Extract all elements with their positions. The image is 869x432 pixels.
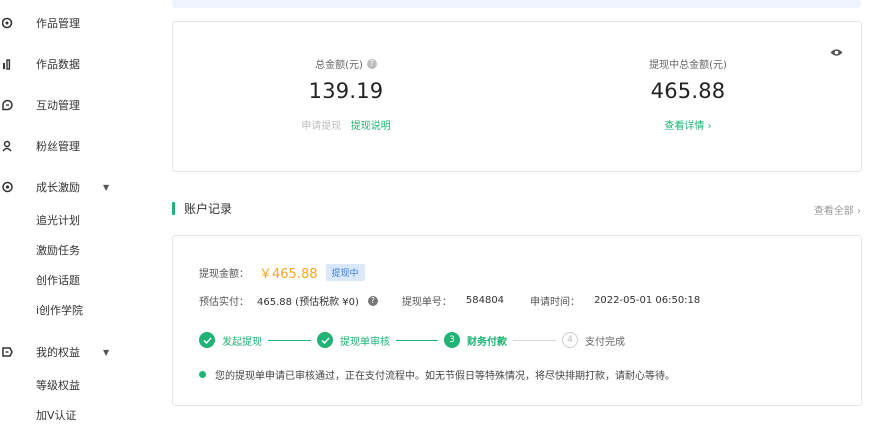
status-dot-icon (199, 371, 206, 378)
withdraw-meta-row: 预估实付： 465.88 (预估税款 ¥0) ? 提现单号： 584804 申请… (199, 293, 700, 308)
sidebar-subitem-tasks[interactable]: 激励任务 (36, 241, 80, 261)
pending-amount-label: 提现中总金额(元) (649, 60, 727, 71)
step-connector (513, 339, 556, 341)
sidebar: 作品管理 作品数据 互动管理 粉丝管理 成长激励 ▼ 追光计划 激励任务 创作话… (0, 0, 150, 432)
withdraw-explain-link[interactable]: 提现说明 (351, 121, 391, 132)
step-label: 提现单审核 (340, 336, 390, 348)
total-amount-block: 总金额(元) ? 139.19 申请提现 提现说明 (246, 56, 446, 132)
step-number: 4 (562, 332, 578, 348)
withdraw-amount-label: 提现金额： (199, 269, 249, 280)
estimated-value: 465.88 (预估税款 ¥0) (257, 297, 359, 308)
total-amount-value: 139.19 (308, 79, 384, 103)
sidebar-item-growth[interactable]: 成长激励 ▼ (0, 173, 150, 201)
step-number: 3 (444, 332, 460, 348)
estimated-label: 预估实付： (199, 297, 249, 308)
eye-icon[interactable] (830, 42, 843, 61)
check-icon (199, 332, 215, 348)
sidebar-item-label: 粉丝管理 (36, 140, 80, 153)
withdraw-record-card: 提现金额： ￥465.88 提现中 预估实付： 465.88 (预估税款 ¥0)… (172, 235, 862, 406)
withdraw-amount-value: ￥465.88 (259, 267, 318, 282)
caret-down-icon[interactable]: ▼ (103, 348, 109, 357)
sidebar-item-label: 互动管理 (36, 99, 80, 112)
target-icon (2, 180, 14, 194)
sidebar-subitem-topics[interactable]: 创作话题 (36, 271, 80, 291)
step-initiated: 发起提现 (199, 332, 262, 348)
fans-icon (2, 139, 14, 153)
step-review: 提现单审核 (317, 332, 390, 348)
order-value: 584804 (465, 295, 505, 306)
sidebar-subitem-academy[interactable]: i创作学院 (36, 301, 83, 321)
chat-icon (2, 98, 14, 112)
status-notice: 您的提现单申请已审核通过，正在支付流程中。如无节假日等特殊情况，将尽快排期打款，… (199, 367, 675, 382)
pending-amount-value: 465.88 (650, 79, 726, 103)
total-amount-label-row: 总金额(元) ? (246, 56, 446, 71)
sidebar-subitem-level[interactable]: 等级权益 (36, 376, 80, 396)
caret-down-icon[interactable]: ▼ (103, 183, 109, 192)
withdraw-link[interactable]: 申请提现 (301, 121, 341, 132)
time-value: 2022-05-01 06:50:18 (594, 295, 701, 306)
step-label: 发起提现 (222, 336, 262, 348)
order-label: 提现单号： (401, 297, 452, 308)
sidebar-item-works-data[interactable]: 作品数据 (0, 50, 150, 78)
sidebar-item-works[interactable]: 作品管理 (0, 9, 150, 37)
withdraw-amount-row: 提现金额： ￥465.88 提现中 (199, 263, 365, 282)
total-amount-label: 总金额(元) (315, 60, 363, 71)
top-banner (172, 0, 861, 8)
sidebar-item-rights[interactable]: 我的权益 ▼ (0, 338, 150, 366)
balance-summary-card: 总金额(元) ? 139.19 申请提现 提现说明 提现中总金额(元) 465.… (172, 21, 862, 172)
status-notice-text: 您的提现单申请已审核通过，正在支付流程中。如无节假日等特殊情况，将尽快排期打款，… (215, 371, 675, 382)
sidebar-item-label: 我的权益 (36, 346, 80, 359)
step-connector (268, 339, 311, 341)
help-icon[interactable]: ? (367, 295, 378, 306)
works-icon (2, 16, 14, 30)
account-records-header: 账户记录 查看全部 › (172, 199, 861, 219)
sidebar-subitem-zhuiguang[interactable]: 追光计划 (36, 211, 80, 231)
rights-icon (2, 345, 14, 359)
section-title: 账户记录 (184, 202, 233, 216)
time-label: 申请时间： (530, 297, 581, 308)
help-icon[interactable]: ? (366, 58, 377, 69)
view-detail-link[interactable]: 查看详情 › (588, 117, 788, 132)
pending-amount-block: 提现中总金额(元) 465.88 查看详情 › (588, 56, 788, 132)
step-connector (396, 339, 438, 341)
withdraw-progress-steps: 发起提现 提现单审核 3 财务付款 4 支付完成 (199, 332, 625, 348)
sidebar-item-label: 作品数据 (36, 58, 80, 71)
step-payment: 3 财务付款 (444, 332, 507, 348)
sidebar-item-interaction[interactable]: 互动管理 (0, 91, 150, 119)
sidebar-item-label: 成长激励 (36, 181, 80, 194)
step-label: 支付完成 (585, 336, 625, 348)
sidebar-item-label: 作品管理 (36, 17, 80, 30)
sidebar-subitem-verify[interactable]: 加V认证 (36, 406, 77, 426)
section-accent-bar (172, 202, 175, 215)
total-links: 申请提现 提现说明 (246, 117, 446, 132)
sidebar-item-fans[interactable]: 粉丝管理 (0, 132, 150, 160)
step-complete: 4 支付完成 (562, 332, 625, 348)
check-icon (317, 332, 333, 348)
view-all-link[interactable]: 查看全部 › (814, 202, 861, 217)
bar-chart-icon (2, 57, 14, 71)
step-label: 财务付款 (467, 336, 507, 348)
status-badge: 提现中 (325, 264, 365, 281)
